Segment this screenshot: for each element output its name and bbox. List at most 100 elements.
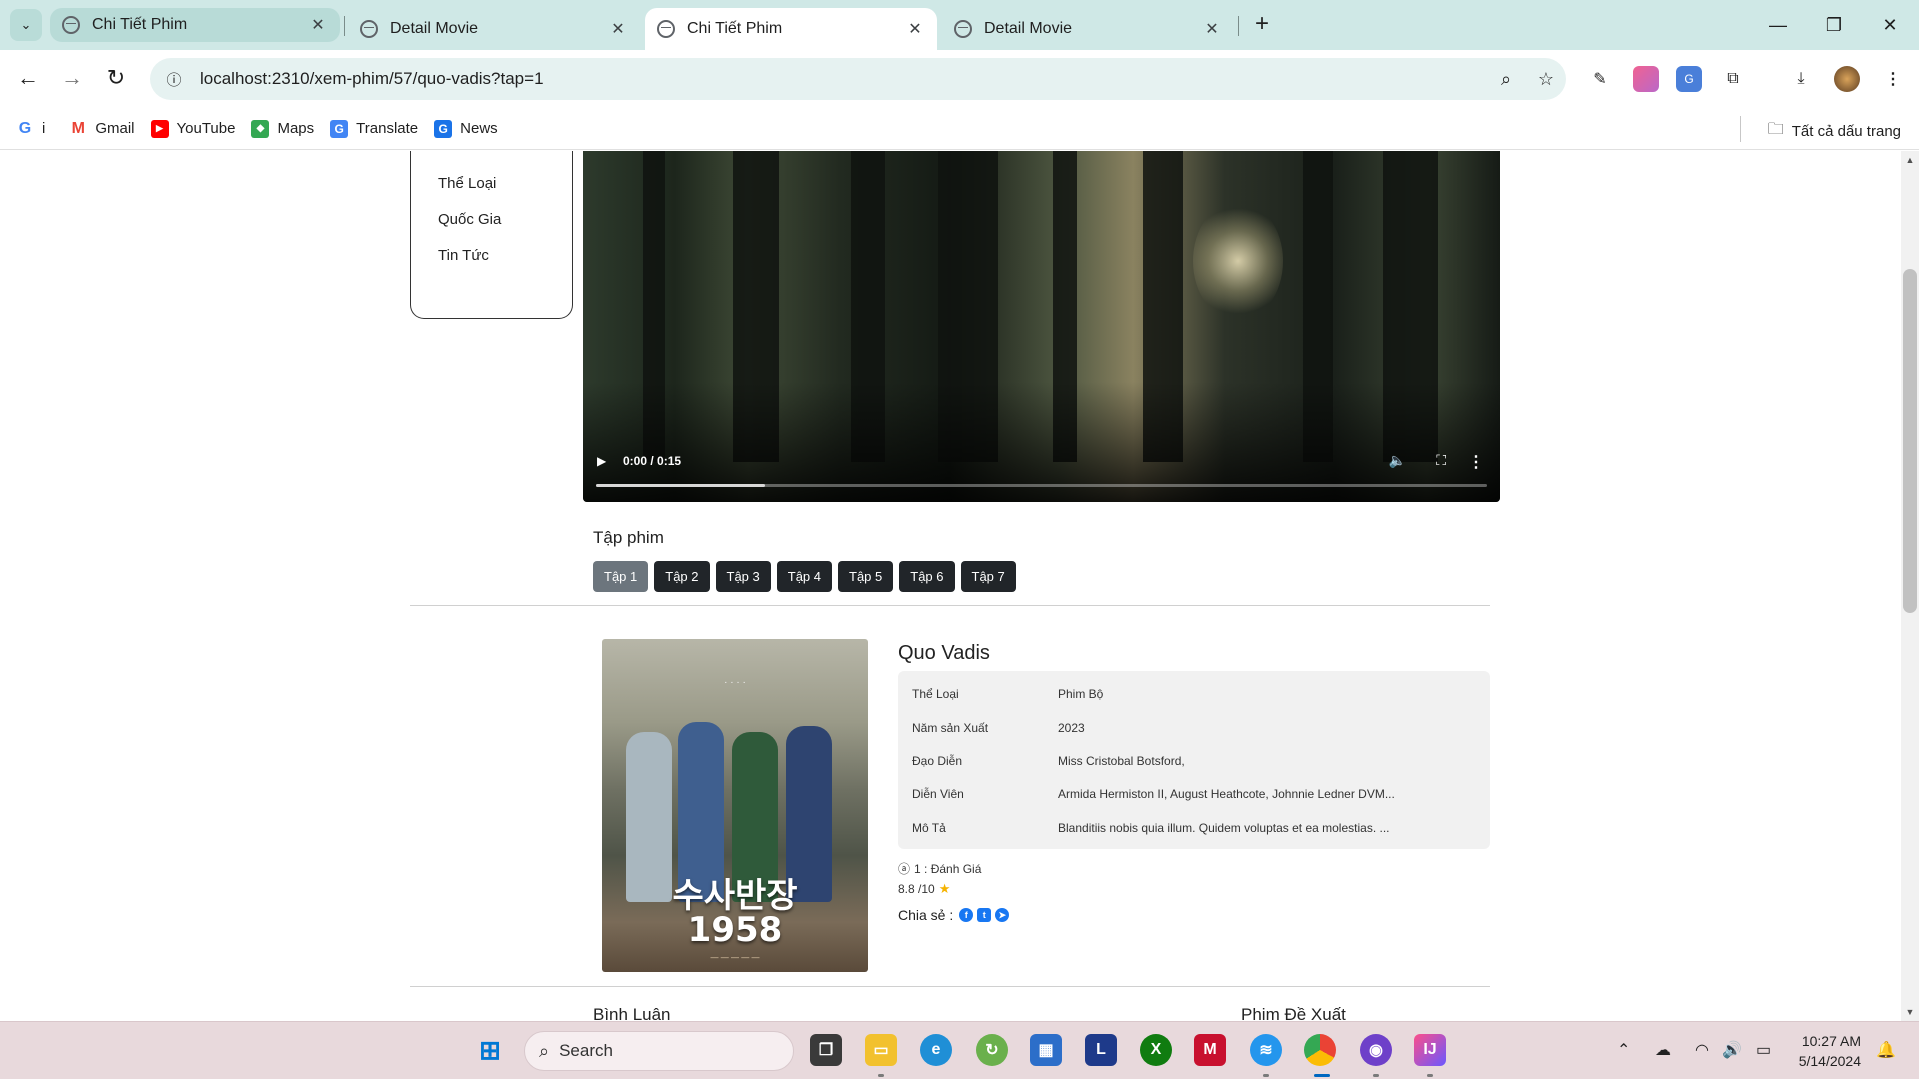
- cloud-icon[interactable]: ☁: [1655, 1040, 1671, 1060]
- close-icon[interactable]: ✕: [308, 15, 328, 35]
- info-key: Thể Loại: [912, 687, 959, 701]
- scroll-down-icon[interactable]: ▼: [1905, 1007, 1915, 1017]
- episode-button[interactable]: Tập 7: [960, 561, 1016, 592]
- color-extension-icon[interactable]: [1633, 66, 1659, 92]
- extensions-puzzle-icon[interactable]: ⧉: [1720, 66, 1746, 92]
- menu-item-tin-tuc[interactable]: Tin Tức: [438, 247, 489, 264]
- address-bar[interactable]: ⓘ localhost:2310/xem-phim/57/quo-vadis?t…: [150, 58, 1566, 100]
- task-view-icon[interactable]: ❐: [810, 1034, 842, 1066]
- url-text[interactable]: localhost:2310/xem-phim/57/quo-vadis?tap…: [194, 69, 1486, 89]
- site-info-icon[interactable]: ⓘ: [154, 69, 194, 90]
- bookmark-star-icon[interactable]: ☆: [1526, 69, 1566, 90]
- scroll-up-icon[interactable]: ▲: [1905, 155, 1915, 165]
- bookmark-label: YouTube: [176, 120, 236, 137]
- file-explorer-icon[interactable]: ▭: [865, 1034, 897, 1066]
- taskbar-search[interactable]: ⌕ Search: [524, 1031, 794, 1071]
- eyedropper-extension-icon[interactable]: ✎: [1587, 66, 1613, 92]
- restore-button[interactable]: ❐: [1806, 8, 1862, 42]
- github-desktop-icon[interactable]: ◉: [1360, 1034, 1392, 1066]
- minimize-button[interactable]: —: [1750, 8, 1806, 42]
- info-value: Miss Cristobal Botsford,: [1058, 754, 1185, 768]
- bookmarks-divider: [1740, 116, 1741, 142]
- menu-kebab-icon[interactable]: ⋮: [1880, 66, 1906, 92]
- wifi-icon[interactable]: ◠: [1695, 1040, 1709, 1060]
- translate-extension-icon[interactable]: G: [1676, 66, 1702, 92]
- system-clock[interactable]: 10:27 AM 5/14/2024: [1799, 1031, 1861, 1071]
- volume-icon[interactable]: 🔈: [1389, 452, 1406, 469]
- info-key: Diễn Viên: [912, 787, 964, 801]
- play-icon[interactable]: ▶: [597, 454, 606, 468]
- poster-tagline-art: · · · ·: [724, 677, 746, 688]
- facebook-icon[interactable]: f: [959, 908, 974, 922]
- poster-figure: [626, 732, 672, 902]
- twitter-icon[interactable]: t: [977, 908, 992, 922]
- mcafee-icon[interactable]: M: [1194, 1034, 1226, 1066]
- intellij-icon[interactable]: IJ: [1414, 1034, 1446, 1066]
- more-options-icon[interactable]: ⋮: [1468, 452, 1484, 472]
- video-progress-bar[interactable]: [596, 484, 1487, 487]
- globe-icon: [360, 20, 378, 38]
- episodes-heading: Tập phim: [593, 528, 664, 547]
- globe-icon: [657, 20, 675, 38]
- browser-tab-3[interactable]: Chi Tiết Phim ✕: [645, 8, 937, 50]
- video-player[interactable]: ▶ 0:00 / 0:15 🔈 ⛶ ⋮: [583, 151, 1500, 502]
- zoom-icon[interactable]: ⌕: [1486, 69, 1526, 90]
- episode-button[interactable]: Tập 5: [838, 561, 894, 592]
- bookmark-maps[interactable]: ◆ Maps: [251, 119, 314, 138]
- app-icon[interactable]: ↻: [976, 1034, 1008, 1066]
- battery-icon[interactable]: ▭: [1756, 1040, 1771, 1060]
- gmail-icon: M: [71, 119, 85, 137]
- chevron-up-icon[interactable]: ⌃: [1617, 1040, 1630, 1060]
- info-key: Năm sản Xuất: [912, 721, 989, 735]
- profile-avatar[interactable]: [1834, 66, 1860, 92]
- fullscreen-icon[interactable]: ⛶: [1436, 452, 1446, 469]
- xbox-icon[interactable]: X: [1140, 1034, 1172, 1066]
- bookmark-label: Gmail: [95, 120, 135, 137]
- menu-item-quoc-gia[interactable]: Quốc Gia: [438, 211, 501, 228]
- close-icon[interactable]: ✕: [1202, 19, 1222, 39]
- bookmark-news[interactable]: G News: [434, 119, 498, 138]
- store-icon[interactable]: ▦: [1030, 1034, 1062, 1066]
- all-bookmarks-label: Tất cả dấu trang: [1791, 123, 1901, 140]
- bookmark-youtube[interactable]: ▶ YouTube: [150, 119, 236, 138]
- bookmark-gmail[interactable]: M Gmail: [69, 119, 135, 138]
- episode-button[interactable]: Tập 1: [593, 561, 649, 592]
- close-window-button[interactable]: ✕: [1862, 8, 1918, 42]
- close-icon[interactable]: ✕: [905, 19, 925, 39]
- docker-icon[interactable]: ≋: [1250, 1034, 1282, 1066]
- reload-button[interactable]: ↻: [98, 60, 134, 96]
- info-value: Phim Bộ: [1058, 687, 1104, 701]
- volume-tray-icon[interactable]: 🔊: [1722, 1040, 1742, 1060]
- bookmark-translate[interactable]: G Translate: [330, 119, 418, 138]
- new-tab-button[interactable]: +: [1247, 10, 1277, 40]
- download-icon[interactable]: ⤓: [1788, 66, 1814, 92]
- episode-button[interactable]: Tập 4: [776, 561, 832, 592]
- scroll-thumb[interactable]: [1903, 269, 1917, 613]
- close-icon[interactable]: ✕: [608, 19, 628, 39]
- bookmark-google[interactable]: G i: [16, 120, 46, 138]
- episode-button[interactable]: Tập 2: [654, 561, 710, 592]
- search-icon: ⌕: [539, 1040, 550, 1061]
- windows-start-icon[interactable]: ⊞: [474, 1034, 506, 1066]
- browser-tab-2[interactable]: Detail Movie ✕: [348, 8, 640, 50]
- chrome-icon[interactable]: [1304, 1034, 1336, 1066]
- notification-bell-icon[interactable]: 🔔: [1876, 1040, 1896, 1060]
- running-indicator: [1427, 1074, 1433, 1077]
- forward-button[interactable]: →: [54, 60, 90, 96]
- browser-tab-1[interactable]: Chi Tiết Phim ✕: [50, 8, 340, 42]
- menu-item-the-loai[interactable]: Thể Loại: [438, 175, 496, 192]
- app-l-icon[interactable]: L: [1085, 1034, 1117, 1066]
- info-row: Thể Loại Phim Bộ: [912, 687, 1458, 701]
- tab-search-button[interactable]: ⌄: [10, 9, 42, 41]
- edge-icon[interactable]: e: [920, 1034, 952, 1066]
- telegram-icon[interactable]: ➤: [995, 908, 1010, 922]
- episode-button[interactable]: Tập 3: [715, 561, 771, 592]
- browser-tab-4[interactable]: Detail Movie ✕: [942, 8, 1234, 50]
- episode-button[interactable]: Tập 6: [899, 561, 955, 592]
- page-scrollbar[interactable]: ▲ ▼: [1901, 151, 1919, 1021]
- info-row: Năm sản Xuất 2023: [912, 721, 1458, 735]
- back-button[interactable]: ←: [10, 60, 46, 96]
- all-bookmarks-button[interactable]: 🗀 Tất cả dấu trang: [1768, 118, 1901, 145]
- globe-icon: [62, 16, 80, 34]
- running-indicator: [1263, 1074, 1269, 1077]
